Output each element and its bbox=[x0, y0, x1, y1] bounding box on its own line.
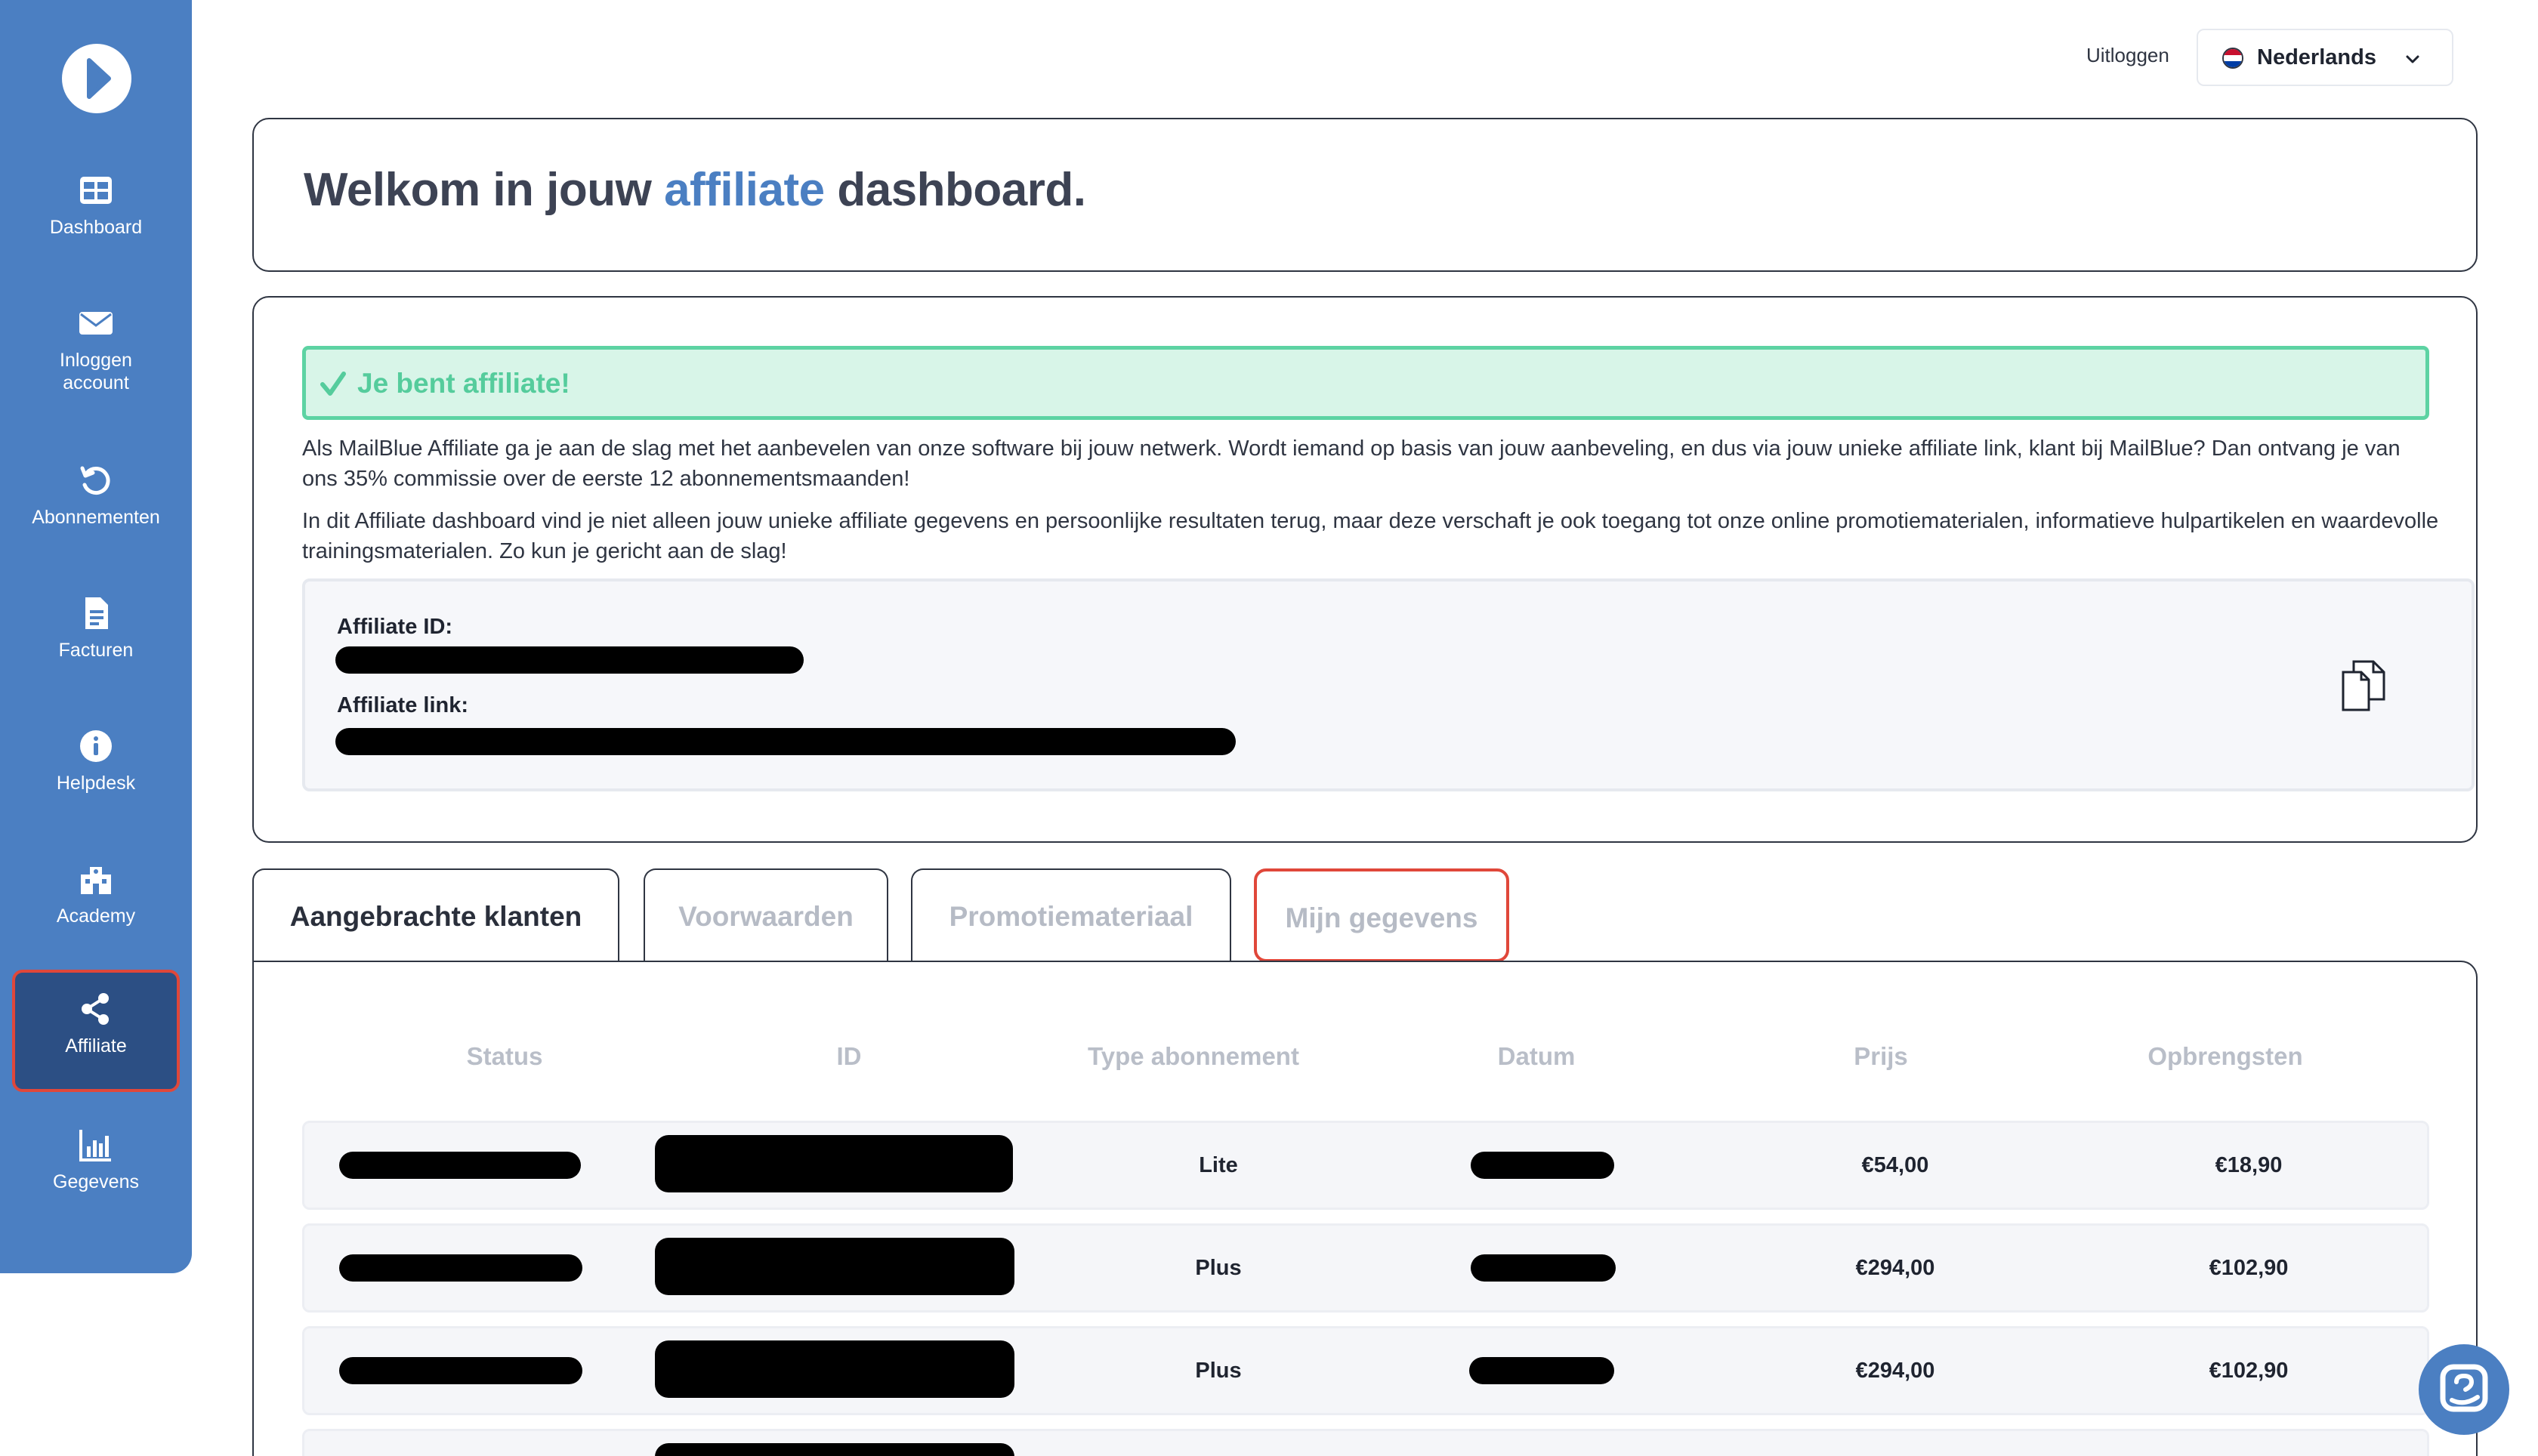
app-root: Dashboard Inloggen account Abonnementen bbox=[0, 0, 2538, 1456]
table-row[interactable]: Plus €294,00 €102,90 bbox=[302, 1326, 2429, 1415]
affiliate-id-label: Affiliate ID: bbox=[337, 615, 453, 639]
sidebar-item-abonnementen[interactable]: Abonnementen bbox=[12, 462, 180, 529]
tab-aangebrachte-klanten[interactable]: Aangebrachte klanten bbox=[252, 868, 619, 967]
date-redacted bbox=[1471, 1254, 1616, 1282]
id-redacted bbox=[655, 1443, 1014, 1456]
column-header-prijs: Prijs bbox=[1854, 1042, 1908, 1070]
column-header-opbrengsten: Opbrengsten bbox=[2147, 1042, 2303, 1070]
checkmark-icon bbox=[320, 372, 346, 396]
price-cell: €294,00 bbox=[1855, 1256, 1935, 1280]
mailblue-logo[interactable] bbox=[62, 44, 131, 113]
title-text: Welkom in jouw bbox=[304, 164, 665, 216]
page-title: Welkom in jouw affiliate dashboard. bbox=[304, 163, 1086, 217]
tab-voorwaarden[interactable]: Voorwaarden bbox=[644, 868, 888, 962]
column-header-id: ID bbox=[836, 1042, 862, 1070]
table-row[interactable]: Plus €294,00 €102,90 bbox=[302, 1223, 2429, 1313]
sidebar-item-gegevens[interactable]: Gegevens bbox=[12, 1127, 180, 1193]
status-redacted bbox=[339, 1254, 582, 1282]
date-redacted bbox=[1471, 1152, 1614, 1179]
column-header-type: Type abonnement bbox=[1088, 1042, 1299, 1070]
sidebar-item-label: Inloggen account bbox=[60, 350, 132, 393]
affiliate-status-banner: Je bent affiliate! bbox=[302, 346, 2429, 420]
sidebar-item-facturen[interactable]: Facturen bbox=[12, 595, 180, 662]
sidebar-item-label: Helpdesk bbox=[56, 773, 136, 794]
price-cell: €54,00 bbox=[1861, 1153, 1929, 1177]
language-select[interactable]: Nederlands bbox=[2197, 29, 2453, 86]
affiliate-id-redacted bbox=[335, 646, 804, 674]
chevron-down-icon bbox=[2406, 55, 2419, 63]
table-row[interactable] bbox=[302, 1429, 2429, 1456]
id-redacted bbox=[655, 1135, 1013, 1192]
academy-icon bbox=[81, 867, 111, 894]
revenue-cell: €102,90 bbox=[2209, 1256, 2289, 1280]
refresh-icon bbox=[80, 466, 110, 495]
affiliate-status-text: Je bent affiliate! bbox=[357, 368, 570, 399]
sidebar-item-helpdesk[interactable]: Helpdesk bbox=[12, 728, 180, 794]
share-icon bbox=[82, 993, 109, 1025]
type-cell: Plus bbox=[1195, 1256, 1242, 1280]
sidebar-item-affiliate[interactable]: Affiliate bbox=[12, 970, 180, 1092]
chat-button[interactable] bbox=[2419, 1344, 2509, 1435]
sidebar-item-label: Gegevens bbox=[53, 1171, 139, 1192]
title-text: dashboard. bbox=[824, 164, 1086, 216]
document-icon bbox=[85, 597, 108, 629]
sidebar-item-label: Facturen bbox=[58, 640, 134, 661]
sidebar-item-label: Abonnementen bbox=[32, 507, 160, 528]
bar-chart-icon bbox=[79, 1130, 111, 1161]
intro-paragraph: Als MailBlue Affiliate ga je aan de slag… bbox=[302, 436, 2401, 491]
table-row[interactable]: Lite €54,00 €18,90 bbox=[302, 1121, 2429, 1210]
sidebar-item-dashboard[interactable]: Dashboard bbox=[12, 172, 180, 239]
logout-link[interactable]: Uitloggen bbox=[2086, 44, 2169, 67]
dashboard-paragraph: In dit Affiliate dashboard vind je niet … bbox=[302, 509, 2439, 563]
type-cell: Lite bbox=[1199, 1153, 1238, 1177]
welcome-card: Welkom in jouw affiliate dashboard. bbox=[252, 118, 2478, 272]
tab-mijn-gegevens[interactable]: Mijn gegevens bbox=[1254, 868, 1509, 962]
status-redacted bbox=[339, 1152, 581, 1179]
title-accent: affiliate bbox=[664, 164, 825, 216]
revenue-cell: €102,90 bbox=[2209, 1359, 2289, 1383]
id-redacted bbox=[655, 1340, 1014, 1398]
column-header-status: Status bbox=[466, 1042, 543, 1070]
revenue-cell: €18,90 bbox=[2215, 1153, 2283, 1177]
affiliate-details-box: Affiliate ID: Affiliate link: bbox=[302, 578, 2475, 791]
column-header-datum: Datum bbox=[1497, 1042, 1576, 1070]
envelope-icon bbox=[79, 312, 113, 335]
sidebar-item-inloggen-account[interactable]: Inloggen account bbox=[12, 305, 180, 394]
grid-icon bbox=[80, 177, 112, 204]
language-label: Nederlands bbox=[2257, 45, 2376, 69]
sidebar-item-label: Academy bbox=[56, 905, 136, 927]
affiliate-link-redacted bbox=[335, 728, 1236, 755]
tab-promotiemateriaal[interactable]: Promotiemateriaal bbox=[911, 868, 1231, 962]
customers-table: Status ID Type abonnement Datum Prijs Op… bbox=[252, 961, 2478, 1456]
price-cell: €294,00 bbox=[1855, 1359, 1935, 1383]
type-cell: Plus bbox=[1195, 1359, 1242, 1383]
sidebar-item-label: Affiliate bbox=[65, 1035, 127, 1057]
status-redacted bbox=[339, 1357, 582, 1384]
logo-chevron-icon bbox=[87, 58, 111, 99]
id-redacted bbox=[655, 1238, 1014, 1295]
sidebar: Dashboard Inloggen account Abonnementen bbox=[0, 0, 192, 1273]
netherlands-flag-icon bbox=[2222, 48, 2243, 69]
sidebar-item-label: Dashboard bbox=[49, 217, 143, 238]
date-redacted bbox=[1469, 1357, 1614, 1384]
info-icon bbox=[80, 730, 112, 762]
affiliate-info-card: Je bent affiliate! Als MailBlue Affiliat… bbox=[252, 296, 2478, 843]
copy-icon[interactable] bbox=[2339, 659, 2390, 713]
chat-icon bbox=[2440, 1364, 2488, 1412]
sidebar-item-academy[interactable]: Academy bbox=[12, 861, 180, 927]
affiliate-link-label: Affiliate link: bbox=[337, 693, 469, 717]
